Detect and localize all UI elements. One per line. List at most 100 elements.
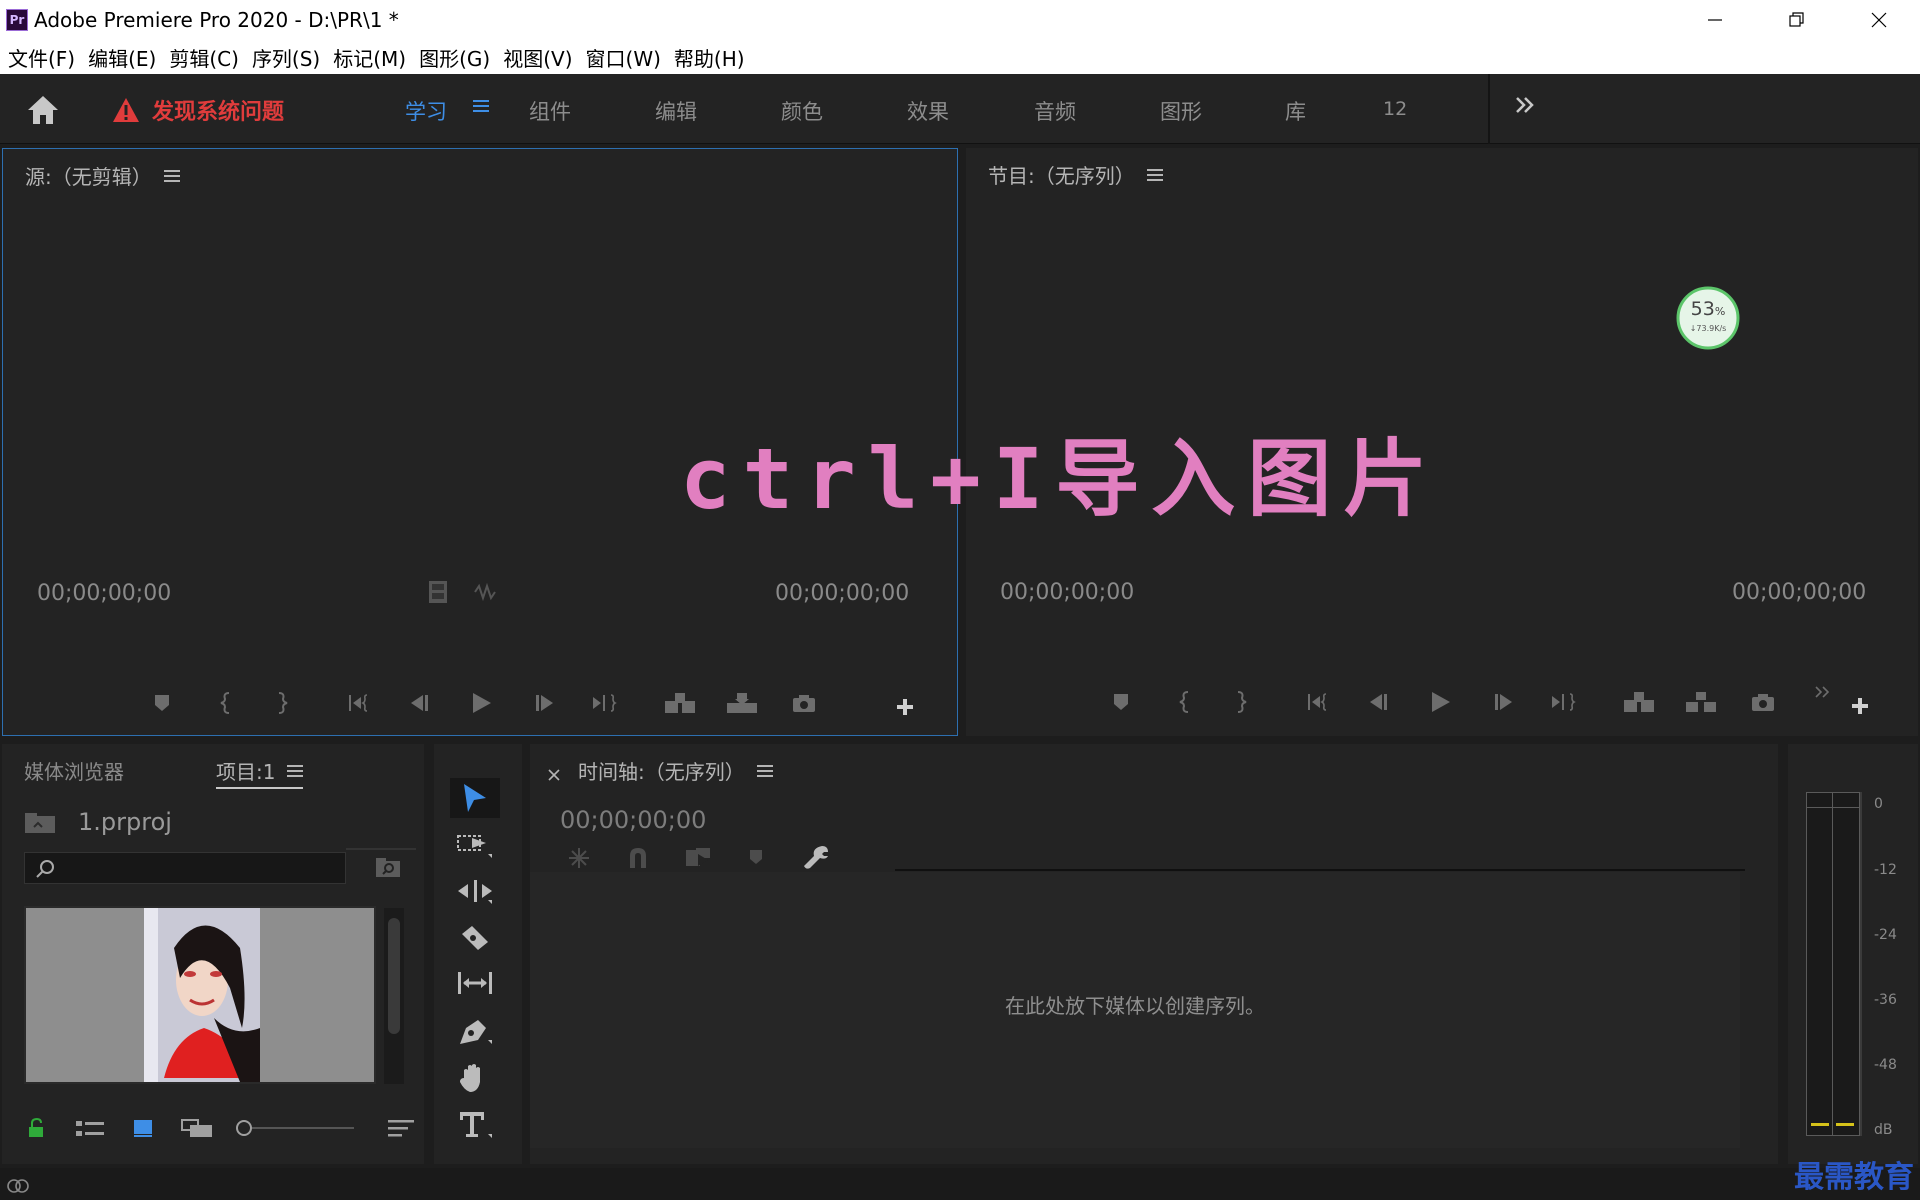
hand-tool[interactable]	[456, 1062, 496, 1098]
menu-graphics[interactable]: 图形(G)	[419, 43, 490, 72]
creative-cloud-icon[interactable]	[6, 1176, 32, 1194]
mark-out-icon	[278, 692, 288, 714]
menu-markers[interactable]: 标记(M)	[333, 43, 406, 72]
network-speed-widget[interactable]: 53% ↓73.9K/s	[1676, 286, 1740, 350]
tab-media-browser[interactable]: 媒体浏览器	[24, 756, 124, 785]
meter-label-12: -12	[1874, 862, 1897, 878]
menu-sequence[interactable]: 序列(S)	[252, 43, 320, 72]
linked-selection-button[interactable]	[684, 846, 712, 874]
mark-in-button[interactable]	[1178, 690, 1192, 718]
source-playhead-timecode[interactable]: 00;00;00;00	[37, 581, 171, 606]
timeline-panel-title[interactable]: 时间轴:（无序列）	[578, 756, 773, 785]
extract-button[interactable]	[1684, 690, 1718, 718]
program-playhead-timecode[interactable]: 00;00;00;00	[1000, 580, 1134, 605]
track-select-tool[interactable]	[456, 832, 496, 864]
insert-button[interactable]	[663, 691, 697, 719]
button-editor-button[interactable]	[895, 697, 915, 721]
menu-clip[interactable]: 剪辑(C)	[169, 43, 239, 72]
list-view-button[interactable]	[76, 1120, 104, 1142]
timeline-settings-button[interactable]	[802, 844, 830, 874]
workspace-tab-effects[interactable]: 效果	[907, 96, 949, 126]
go-to-out-button[interactable]	[1550, 692, 1578, 716]
workspace-tab-assembly[interactable]: 组件	[529, 96, 571, 126]
mark-out-button[interactable]	[1234, 690, 1248, 718]
export-frame-button[interactable]	[791, 693, 817, 717]
menu-view[interactable]: 视图(V)	[503, 43, 572, 72]
lift-button[interactable]	[1622, 690, 1656, 718]
menu-help[interactable]: 帮助(H)	[674, 43, 745, 72]
minimize-button[interactable]	[1674, 0, 1756, 40]
workspace-tab-learning[interactable]: 学习	[405, 96, 447, 126]
slip-tool[interactable]	[456, 970, 496, 1002]
restore-icon	[1789, 12, 1804, 27]
workspace-tab-editing[interactable]: 编辑	[655, 96, 697, 126]
menu-edit[interactable]: 编辑(E)	[88, 43, 156, 72]
go-to-out-button[interactable]	[591, 693, 619, 717]
mark-in-button[interactable]	[219, 691, 233, 719]
add-marker-button[interactable]	[748, 848, 764, 870]
add-marker-button[interactable]	[1112, 692, 1130, 716]
selection-tool[interactable]	[450, 778, 500, 818]
panel-menu-icon[interactable]	[163, 164, 180, 188]
system-warning[interactable]: 发现系统问题	[112, 94, 284, 126]
thumbnail-scrollbar[interactable]	[384, 908, 404, 1084]
snap-button[interactable]	[626, 846, 650, 874]
step-forward-button[interactable]	[533, 693, 555, 717]
lock-icon[interactable]	[28, 1117, 44, 1142]
play-button[interactable]	[1430, 690, 1452, 718]
workspace-tab-graphics[interactable]: 图形	[1160, 96, 1202, 126]
nest-toggle-button[interactable]	[566, 846, 592, 874]
workspace-tab-audio[interactable]: 音频	[1034, 96, 1076, 126]
step-back-button[interactable]	[409, 693, 431, 717]
overwrite-button[interactable]	[725, 691, 759, 719]
media-thumbnail[interactable]	[24, 906, 376, 1084]
sort-icons-button[interactable]	[388, 1118, 414, 1142]
menu-file[interactable]: 文件(F)	[8, 43, 75, 72]
workspace-tab-12[interactable]: 12	[1383, 98, 1407, 120]
tab-project[interactable]: 项目:1	[216, 756, 304, 789]
step-forward-button[interactable]	[1492, 692, 1514, 716]
menu-bar: 文件(F) 编辑(E) 剪辑(C) 序列(S) 标记(M) 图形(G) 视图(V…	[0, 40, 1920, 74]
source-panel-title[interactable]: 源:（无剪辑）	[25, 161, 180, 190]
export-frame-button[interactable]	[1750, 692, 1776, 716]
go-to-in-button[interactable]	[1306, 692, 1334, 716]
zoom-slider[interactable]	[236, 1118, 356, 1138]
workspace-tab-color[interactable]: 颜色	[781, 96, 823, 126]
panel-menu-icon[interactable]	[287, 759, 304, 783]
close-timeline-button[interactable]	[548, 766, 560, 785]
project-search-input[interactable]	[24, 852, 346, 884]
pen-tool[interactable]	[456, 1016, 496, 1052]
restore-button[interactable]	[1756, 0, 1838, 40]
panel-menu-icon[interactable]	[756, 759, 773, 783]
meter-label-48: -48	[1874, 1057, 1897, 1073]
button-editor-button[interactable]	[1850, 696, 1870, 720]
ripple-edit-tool[interactable]	[456, 878, 496, 910]
freeform-view-button[interactable]	[180, 1118, 214, 1142]
menu-window[interactable]: 窗口(W)	[586, 43, 661, 72]
workspace-tab-libraries[interactable]: 库	[1285, 96, 1306, 126]
go-to-in-button[interactable]	[347, 693, 375, 717]
add-marker-button[interactable]	[153, 693, 171, 717]
panel-menu-icon[interactable]	[1146, 163, 1163, 187]
scrollbar-thumb[interactable]	[388, 918, 400, 1034]
more-workspaces-button[interactable]	[1514, 94, 1536, 120]
more-controls-button[interactable]	[1814, 684, 1832, 703]
slip-icon	[458, 972, 492, 994]
drag-audio-icon[interactable]	[473, 582, 499, 605]
workspace-menu-icon[interactable]	[473, 98, 489, 118]
razor-tool[interactable]	[456, 924, 496, 958]
timeline-drop-area[interactable]: 在此处放下媒体以创建序列。	[530, 872, 1740, 1148]
home-button[interactable]	[26, 94, 60, 126]
find-button[interactable]	[374, 856, 402, 882]
drag-video-icon[interactable]	[427, 579, 449, 609]
program-panel-title[interactable]: 节目:（无序列）	[988, 160, 1163, 189]
mark-out-button[interactable]	[275, 691, 289, 719]
double-chevron-right-icon	[1516, 97, 1534, 113]
icon-view-button[interactable]	[132, 1118, 154, 1142]
step-back-button[interactable]	[1368, 692, 1390, 716]
timeline-timecode[interactable]: 00;00;00;00	[560, 806, 706, 834]
meter-label-24: -24	[1874, 927, 1897, 943]
play-button[interactable]	[471, 691, 493, 719]
type-tool[interactable]	[456, 1110, 496, 1144]
close-button[interactable]	[1838, 0, 1920, 40]
